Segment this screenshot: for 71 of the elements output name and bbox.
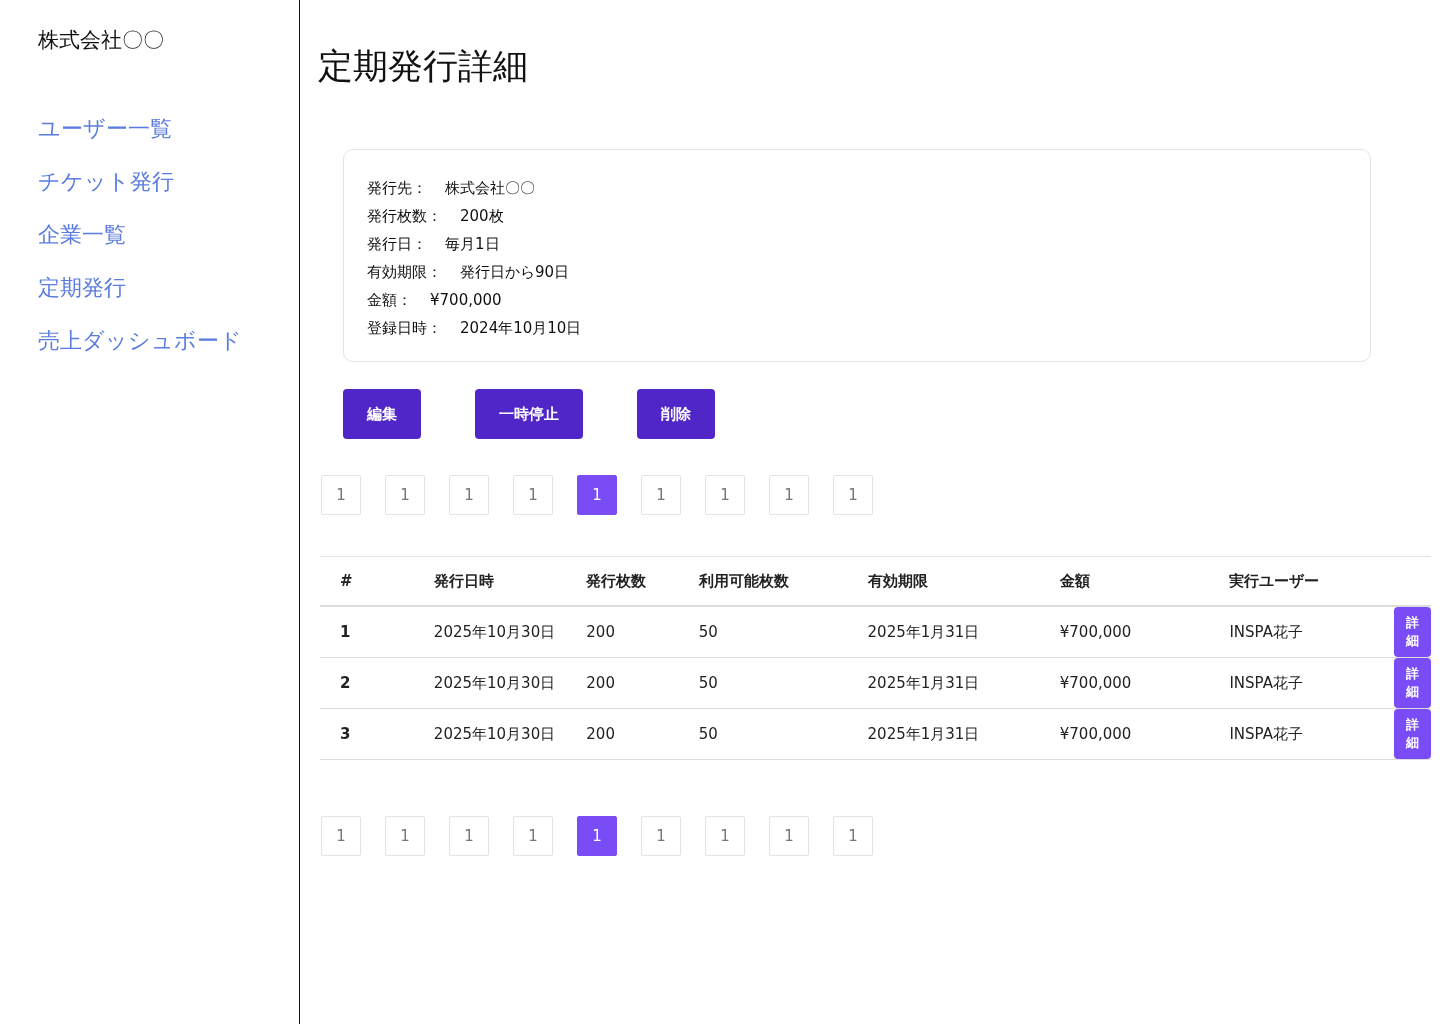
page-button[interactable]: 1: [641, 816, 681, 856]
page-title: 定期発行詳細: [318, 45, 529, 88]
table-cell: ¥700,000: [1039, 606, 1210, 658]
column-header: 実行ユーザー: [1209, 556, 1374, 606]
action-button[interactable]: 削除: [637, 389, 715, 439]
table-cell: 2025年1月31日: [847, 708, 1040, 760]
table-cell: INSPA花子: [1209, 606, 1374, 658]
action-button[interactable]: 一時停止: [475, 389, 583, 439]
detail-button[interactable]: 詳細: [1394, 607, 1431, 657]
detail-label: 登録日時：: [367, 318, 442, 339]
table-cell: INSPA花子: [1209, 657, 1374, 709]
detail-value: 2024年10月10日: [460, 318, 582, 339]
detail-label: 発行枚数：: [367, 206, 442, 227]
page-button[interactable]: 1: [513, 475, 553, 515]
page-button[interactable]: 1: [769, 475, 809, 515]
nav-link[interactable]: 企業一覧: [38, 218, 126, 251]
table-cell: 200: [566, 606, 679, 658]
page-button[interactable]: 1: [577, 816, 617, 856]
table-cell: 2025年1月31日: [847, 657, 1040, 709]
page-button[interactable]: 1: [833, 475, 873, 515]
detail-label: 金額：: [367, 290, 412, 311]
nav-link[interactable]: チケット発行: [38, 165, 174, 198]
column-header: 発行日時: [413, 556, 567, 606]
table-cell: 2025年10月30日: [413, 606, 567, 658]
company-name: 株式会社〇〇: [38, 27, 165, 54]
detail-button[interactable]: 詳細: [1394, 658, 1431, 708]
nav-link[interactable]: 売上ダッシュボード: [38, 324, 242, 357]
column-header: 有効期限: [847, 556, 1040, 606]
page-button[interactable]: 1: [449, 475, 489, 515]
page-button[interactable]: 1: [833, 816, 873, 856]
detail-value: ¥700,000: [430, 290, 502, 311]
action-button[interactable]: 編集: [343, 389, 421, 439]
page-button[interactable]: 1: [385, 816, 425, 856]
table-cell: INSPA花子: [1209, 708, 1374, 760]
page-button[interactable]: 1: [705, 475, 745, 515]
page-button[interactable]: 1: [705, 816, 745, 856]
table-cell: ¥700,000: [1039, 708, 1210, 760]
table-cell: 1: [320, 606, 414, 658]
column-header: 発行枚数: [566, 556, 679, 606]
table-cell: 50: [678, 606, 848, 658]
table-cell: 50: [678, 657, 848, 709]
detail-value: 発行日から90日: [460, 262, 570, 283]
page-button[interactable]: 1: [449, 816, 489, 856]
table-cell: 50: [678, 708, 848, 760]
page-button[interactable]: 1: [513, 816, 553, 856]
table-cell: 200: [566, 657, 679, 709]
nav-link[interactable]: ユーザー一覧: [38, 112, 172, 145]
detail-button[interactable]: 詳細: [1394, 709, 1431, 759]
table-cell: ¥700,000: [1039, 657, 1210, 709]
table-cell: 3: [320, 708, 414, 760]
detail-label: 発行日：: [367, 234, 427, 255]
column-header: #: [320, 556, 414, 606]
column-header: 金額: [1039, 556, 1210, 606]
page-button[interactable]: 1: [769, 816, 809, 856]
detail-value: 株式会社〇〇: [445, 178, 535, 199]
table-cell: 200: [566, 708, 679, 760]
page-button[interactable]: 1: [577, 475, 617, 515]
page-button[interactable]: 1: [321, 475, 361, 515]
detail-label: 有効期限：: [367, 262, 442, 283]
table-cell: 2025年10月30日: [413, 708, 567, 760]
page-button[interactable]: 1: [385, 475, 425, 515]
column-header: 利用可能枚数: [678, 556, 848, 606]
nav-link[interactable]: 定期発行: [38, 271, 126, 304]
table-cell: 2: [320, 657, 414, 709]
detail-value: 毎月1日: [445, 234, 500, 255]
detail-label: 発行先：: [367, 178, 427, 199]
page-button[interactable]: 1: [321, 816, 361, 856]
detail-value: 200枚: [460, 206, 504, 227]
table-cell: 2025年1月31日: [847, 606, 1040, 658]
page-button[interactable]: 1: [641, 475, 681, 515]
table-cell: 2025年10月30日: [413, 657, 567, 709]
